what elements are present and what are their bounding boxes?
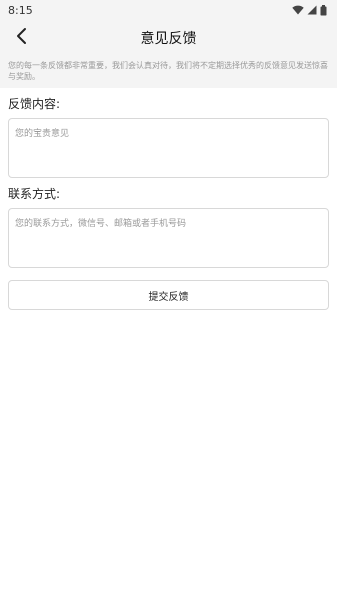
submit-button[interactable]: 提交反馈 — [8, 280, 329, 310]
page-title: 意见反馈 — [140, 31, 197, 47]
battery-icon — [320, 4, 327, 16]
feedback-label: 反馈内容: — [8, 97, 61, 111]
status-time: 8:15 — [8, 3, 33, 17]
wifi-icon — [292, 5, 304, 15]
contact-input[interactable] — [8, 208, 329, 268]
contact-label: 联系方式: — [8, 187, 61, 201]
status-icons — [292, 4, 327, 16]
chevron-left-icon — [15, 27, 29, 49]
back-button[interactable] — [8, 24, 36, 52]
intro-text: 您的每一条反馈都非常重要，我们会认真对待，我们将不定期选择优秀的反馈意见发送惊喜… — [0, 56, 337, 88]
feedback-form: 您的每一条反馈都非常重要，我们会认真对待，我们将不定期选择优秀的反馈意见发送惊喜… — [0, 56, 337, 310]
signal-icon — [307, 5, 317, 15]
feedback-input[interactable] — [8, 118, 329, 178]
app-bar: 意见反馈 — [0, 20, 337, 56]
status-bar: 8:15 — [0, 0, 337, 20]
